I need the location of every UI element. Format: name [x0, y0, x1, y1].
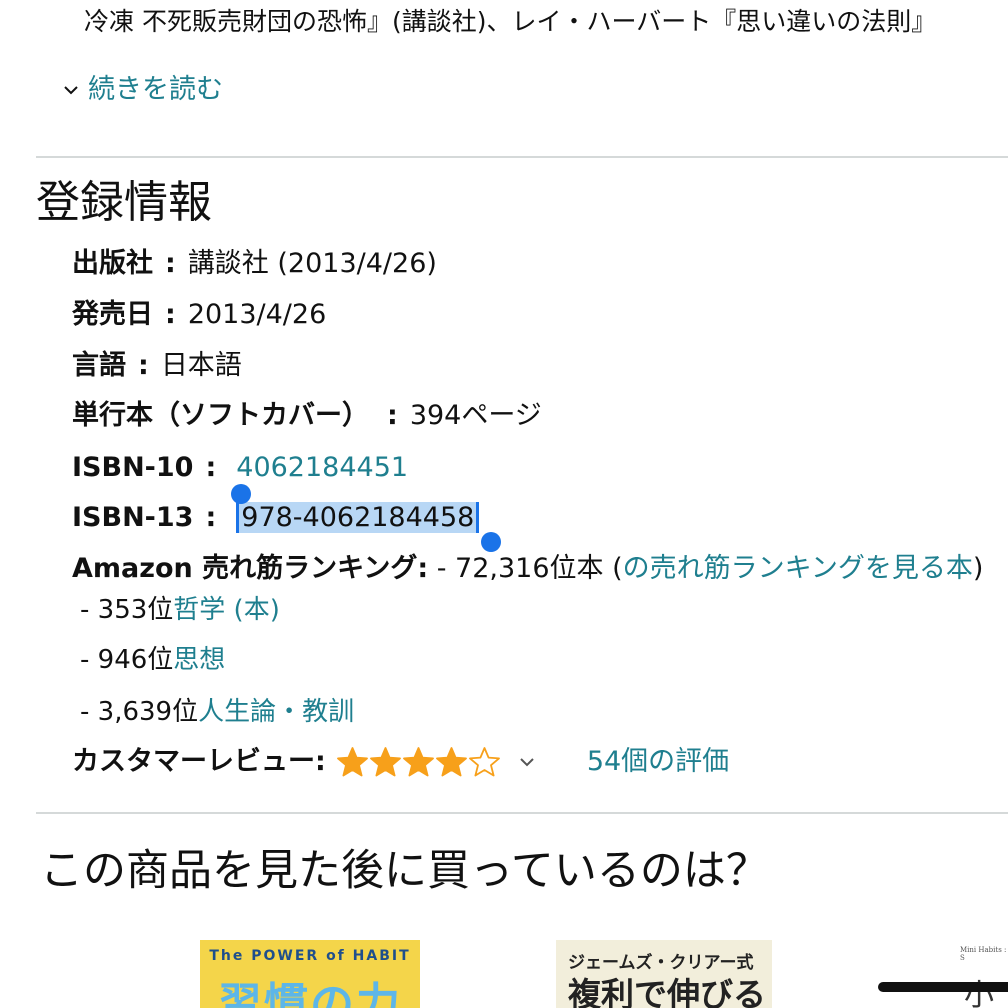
star-empty-icon: [468, 746, 501, 778]
language-row: 言語: 日本語: [72, 348, 242, 384]
star-rating[interactable]: [336, 746, 501, 778]
separator: :: [165, 248, 176, 279]
star-filled-icon: [336, 746, 369, 778]
read-more-label: 続きを読む: [88, 74, 223, 105]
release-date-value: 2013/4/26: [187, 299, 327, 330]
publisher-row: 出版社: 講談社 (2013/4/26): [72, 246, 437, 282]
description-text: 冷凍 不死販売財団の恐怖』(講談社)、レイ・ハーバート『思い違いの法則』: [84, 7, 937, 36]
book-cover-top-text: The POWER of HABIT: [209, 948, 411, 964]
isbn10-link[interactable]: 4062184451: [236, 452, 408, 483]
book-cover-title: 複利で伸びる: [568, 975, 766, 1008]
ratings-count-link[interactable]: 54個の評価: [587, 744, 729, 780]
separator: :: [205, 452, 217, 483]
book-cover-title: 習慣の力: [218, 979, 402, 1008]
separator: :: [387, 400, 398, 431]
isbn13-label: ISBN-13: [72, 502, 194, 533]
ranking-category-link[interactable]: 思想: [173, 645, 225, 675]
divider: [36, 812, 1008, 814]
language-value: 日本語: [160, 350, 242, 381]
book-cover[interactable]: ジェームズ・クリアー式 複利で伸びる: [556, 940, 772, 1008]
star-filled-icon: [369, 746, 402, 778]
isbn10-label: ISBN-10: [72, 452, 194, 483]
selection-end-handle[interactable]: [481, 532, 501, 552]
ranking-category-rank: - 946位: [80, 645, 174, 675]
divider: [36, 156, 1008, 158]
details-section-title: 登録情報: [36, 177, 212, 228]
release-date-label: 発売日: [72, 299, 153, 330]
read-more-link[interactable]: 続きを読む: [62, 72, 223, 108]
format-row: 単行本（ソフトカバー）:394ページ: [72, 398, 542, 434]
ranking-category-rank: - 3,639位: [80, 697, 199, 727]
reviews-label: カスタマーレビュー:: [72, 746, 326, 777]
isbn13-value-selected[interactable]: 978-4062184458: [236, 502, 480, 533]
ranking-overall-link[interactable]: の売れ筋ランキングを見る本: [623, 553, 973, 584]
ranking-category-row: - 3,639位人生論・教訓: [80, 694, 354, 730]
book-cover-top-text: Mini Habits : S: [960, 946, 1007, 962]
separator: :: [205, 502, 217, 533]
ranking-label: Amazon 売れ筋ランキング:: [72, 553, 429, 584]
ranking-category-row: - 353位哲学 (本): [80, 592, 280, 628]
ranking-category-link[interactable]: 人生論・教訓: [198, 697, 354, 727]
separator: :: [138, 350, 149, 381]
release-date-row: 発売日:2013/4/26: [72, 297, 326, 333]
also-bought-title: この商品を見た後に買っているのは？: [40, 846, 769, 896]
isbn13-row: ISBN-13:978-4062184458: [72, 500, 480, 536]
ranking-overall-close: ): [972, 553, 984, 584]
isbn10-row: ISBN-10:4062184451: [72, 450, 408, 486]
ranking-overall: - 72,316位本 (: [436, 553, 623, 584]
book-cover[interactable]: The POWER of HABIT 習慣の力: [200, 940, 420, 1008]
ranking-category-rank: - 353位: [80, 595, 174, 625]
separator: :: [165, 299, 176, 330]
ranking-category-link[interactable]: 哲学 (本): [173, 595, 280, 625]
chevron-down-icon[interactable]: [519, 757, 535, 767]
star-filled-icon: [402, 746, 435, 778]
star-filled-icon: [435, 746, 468, 778]
language-label: 言語: [72, 350, 126, 381]
format-value: 394ページ: [409, 400, 542, 431]
ranking-row: Amazon 売れ筋ランキング: - 72,316位本 (の売れ筋ランキングを見…: [72, 551, 983, 587]
home-indicator: [878, 982, 1008, 992]
book-cover[interactable]: Mini Habits : S 小さ: [930, 940, 1008, 1008]
selection-start-handle[interactable]: [231, 484, 251, 504]
ranking-category-row: - 946位思想: [80, 642, 225, 678]
reviews-row: カスタマーレビュー: 54個の評価: [72, 744, 729, 780]
chevron-down-icon: [62, 72, 80, 108]
publisher-value: 講談社 (2013/4/26): [187, 248, 437, 279]
format-label: 単行本（ソフトカバー）: [72, 400, 369, 431]
publisher-label: 出版社: [72, 248, 153, 279]
